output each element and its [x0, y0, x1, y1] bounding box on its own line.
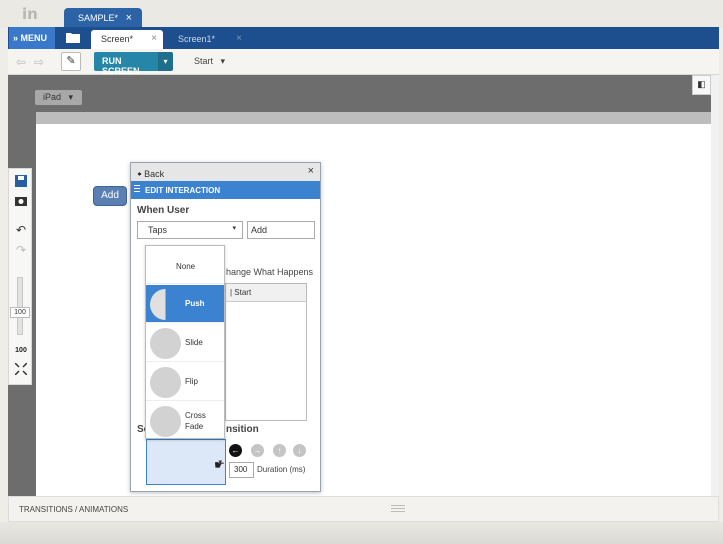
app-window: in SAMPLE* × » MENU Screen* × Screen1* ×…	[0, 0, 723, 544]
back-arrow-icon: 🠸	[137, 169, 142, 179]
toggle-panel-icon[interactable]: ◧	[692, 75, 711, 95]
back-label: Back	[144, 169, 165, 179]
app-logo: in	[22, 5, 38, 23]
option-label: Flip	[185, 377, 198, 386]
transition-label-fragment: nsition	[226, 424, 259, 435]
flip-icon	[150, 367, 181, 398]
screen-list-header: | Start	[226, 284, 306, 302]
transition-option-flip[interactable]: Flip	[146, 363, 224, 401]
resize-grip-icon[interactable]	[391, 505, 405, 513]
screen-list[interactable]: | Start	[225, 283, 307, 421]
transitions-panel-bar[interactable]: TRANSITIONS / ANIMATIONS	[8, 496, 719, 522]
transition-menu: None Push Slide Flip Cross Fade	[145, 245, 225, 439]
left-toolbox: ↶ ↷ 100 100	[8, 168, 32, 385]
change-label: hange What Happens	[226, 267, 314, 277]
tab-screen[interactable]: Screen* ×	[91, 30, 163, 49]
camera-icon[interactable]	[12, 195, 30, 211]
add-button[interactable]: Add	[93, 186, 127, 206]
zoom-100-icon[interactable]: 100	[12, 343, 30, 359]
arrow-down-icon[interactable]: ↓	[293, 444, 306, 457]
grip-icon[interactable]	[134, 185, 140, 194]
duration-input[interactable]: 300	[229, 462, 254, 478]
screen-tab-bar: » MENU Screen* × Screen1* ×	[8, 27, 719, 49]
transition-option-cross-fade[interactable]: Cross Fade	[146, 402, 224, 440]
tab-label: Screen1*	[178, 34, 216, 44]
zoom-slider[interactable]	[17, 277, 23, 335]
dialog-title: EDIT INTERACTION	[145, 186, 221, 195]
device-header: iPad ▾	[8, 75, 711, 125]
tab-label: Screen*	[101, 34, 134, 44]
undo-icon[interactable]: ↶	[12, 223, 30, 239]
close-icon[interactable]: ×	[236, 33, 242, 44]
close-icon[interactable]: ×	[308, 165, 314, 177]
chevron-down-icon: ▾	[232, 225, 236, 232]
event-value: Taps	[148, 225, 168, 235]
title-bar: in SAMPLE* ×	[0, 0, 723, 30]
canvas-area: iPad ▾	[8, 75, 719, 496]
option-label: Push	[185, 299, 205, 308]
fit-screen-icon[interactable]	[12, 362, 30, 379]
zoom-value[interactable]: 100	[10, 307, 30, 318]
option-label: Slide	[185, 338, 203, 347]
event-select[interactable]: Taps ▾	[137, 221, 243, 239]
option-label: None	[176, 262, 196, 271]
close-icon[interactable]: ×	[126, 12, 132, 24]
duration-label: Duration (ms)	[257, 465, 306, 474]
dialog-title-bar: EDIT INTERACTION	[131, 181, 320, 199]
slide-icon	[150, 328, 181, 359]
pencil-icon[interactable]: ✎	[61, 52, 81, 71]
transitions-label: TRANSITIONS / ANIMATIONS	[19, 505, 129, 514]
toolbar: ⇦ ⇨ ✎ RUN SCREEN ▾ Start ▾	[8, 49, 719, 76]
file-tab-label: SAMPLE*	[78, 13, 119, 23]
transition-option-push[interactable]: Push	[146, 285, 224, 323]
tab-screen1[interactable]: Screen1* ×	[168, 30, 248, 49]
close-icon[interactable]: ×	[151, 33, 157, 44]
save-icon[interactable]	[12, 175, 30, 191]
chevron-down-icon: ▾	[68, 92, 74, 102]
start-screen-dropdown[interactable]: Start ▾	[194, 56, 225, 67]
when-user-label: When User	[137, 205, 190, 216]
menu-button[interactable]: » MENU	[9, 27, 55, 49]
transition-option-slide[interactable]: Slide	[146, 324, 224, 362]
device-label: iPad	[43, 92, 62, 102]
arrow-right-icon[interactable]: →	[251, 444, 264, 457]
option-label: Cross Fade	[185, 411, 206, 431]
transition-option-none[interactable]: None	[146, 246, 224, 284]
window-footer	[0, 522, 723, 544]
undo-arrow-icon[interactable]: ⇦	[16, 55, 26, 69]
redo-arrow-icon[interactable]: ⇨	[34, 55, 44, 69]
chevron-down-icon: ▾	[220, 56, 226, 66]
redo-icon[interactable]: ↷	[12, 243, 30, 259]
run-options-dropdown[interactable]: ▾	[158, 52, 173, 71]
folder-icon[interactable]	[66, 31, 80, 43]
hand-cursor-icon: ☛	[214, 458, 225, 472]
start-label: Start	[194, 56, 214, 66]
cross-fade-icon	[150, 406, 181, 437]
back-bar[interactable]: 🠸 Back ×	[131, 163, 320, 181]
vertical-scrollbar[interactable]	[711, 75, 719, 496]
arrow-left-icon[interactable]: ←	[229, 444, 242, 457]
arrow-up-icon[interactable]: ↑	[273, 444, 286, 457]
target-field[interactable]: Add	[247, 221, 315, 239]
run-screen-button[interactable]: RUN SCREEN	[94, 52, 158, 76]
device-dropdown[interactable]: iPad ▾	[35, 90, 82, 105]
device-status-bar	[36, 112, 711, 124]
push-icon	[150, 289, 181, 320]
